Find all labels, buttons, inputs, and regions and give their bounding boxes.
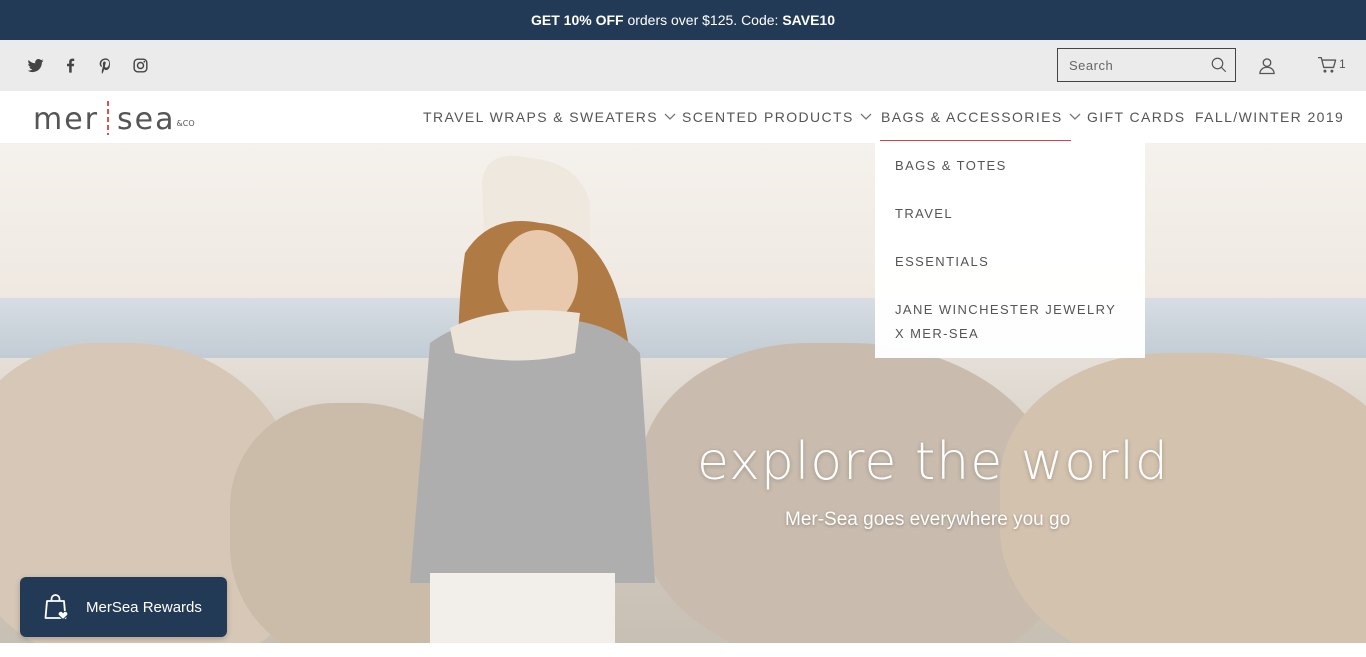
bags-accessories-dropdown: BAGS & TOTES TRAVEL ESSENTIALS JANE WINC… (875, 143, 1145, 358)
nav-item-label: TRAVEL WRAPS & SWEATERS (423, 109, 658, 125)
hero-rock (640, 343, 1060, 643)
pinterest-icon[interactable] (96, 56, 115, 75)
dropdown-item-jane-winchester-line2[interactable]: X MER-SEA (895, 322, 979, 346)
logo-divider (107, 101, 110, 135)
promo-code: SAVE10 (782, 12, 835, 28)
search-input[interactable] (1058, 57, 1203, 73)
search-box (1057, 48, 1236, 82)
hero-rock (1000, 353, 1366, 643)
promo-highlight: GET 10% OFF (530, 12, 624, 28)
hero-subtitle: Mer-Sea goes everywhere you go (785, 509, 1071, 530)
dropdown-item-bags-totes[interactable]: BAGS & TOTES (895, 154, 1007, 178)
nav-item-travel-wraps[interactable]: TRAVEL WRAPS & SWEATERS (423, 109, 676, 125)
nav-item-label: FALL/WINTER 2019 (1195, 109, 1345, 125)
utility-bar: 1 (0, 40, 1366, 91)
dropdown-item-essentials[interactable]: ESSENTIALS (895, 250, 989, 274)
hero-model-figure (410, 155, 655, 643)
logo-suffix: &CO (176, 119, 195, 128)
facebook-icon[interactable] (61, 56, 80, 75)
instagram-icon[interactable] (131, 56, 150, 75)
rewards-label: MerSea Rewards (86, 598, 202, 616)
nav-item-label: SCENTED PRODUCTS (682, 109, 854, 125)
hero-banner[interactable]: explore the world Mer-Sea goes everywher… (0, 143, 1366, 643)
search-icon[interactable] (1210, 56, 1228, 74)
promo-banner: GET 10% OFF orders over $125. Code: SAVE… (0, 0, 1366, 40)
logo-text-mer: mer (33, 102, 100, 137)
nav-item-label: GIFT CARDS (1087, 109, 1186, 125)
hero-title: explore the world (697, 432, 1169, 492)
hero-sea (0, 298, 1366, 358)
dropdown-item-jane-winchester[interactable]: JANE WINCHESTER JEWELRY (895, 298, 1116, 322)
chevron-down-icon (1069, 113, 1081, 120)
logo[interactable]: mer sea &CO (33, 101, 195, 135)
cart-count: 1 (1339, 57, 1346, 71)
dropdown-item-travel[interactable]: TRAVEL (895, 202, 953, 226)
shopping-bag-heart-icon (44, 594, 69, 621)
nav-item-scented-products[interactable]: SCENTED PRODUCTS (682, 109, 872, 125)
nav-item-label: BAGS & ACCESSORIES (881, 109, 1063, 125)
chevron-down-icon (664, 113, 676, 120)
chevron-down-icon (860, 113, 872, 120)
rewards-launcher[interactable]: MerSea Rewards (20, 577, 227, 637)
social-links (26, 56, 150, 75)
promo-text: orders over $125. Code: (623, 12, 783, 28)
nav-item-gift-cards[interactable]: GIFT CARDS (1087, 109, 1186, 125)
main-nav: mer sea &CO TRAVEL WRAPS & SWEATERS SCEN… (0, 91, 1366, 143)
cart-icon (1318, 56, 1337, 73)
account-icon[interactable] (1257, 56, 1277, 76)
twitter-icon[interactable] (26, 56, 45, 75)
nav-item-bags-accessories[interactable]: BAGS & ACCESSORIES (881, 109, 1081, 125)
logo-text-sea: sea (117, 102, 176, 137)
cart-button[interactable]: 1 (1317, 56, 1346, 74)
active-nav-indicator (880, 140, 1071, 141)
nav-item-fall-winter[interactable]: FALL/WINTER 2019 (1195, 109, 1344, 125)
